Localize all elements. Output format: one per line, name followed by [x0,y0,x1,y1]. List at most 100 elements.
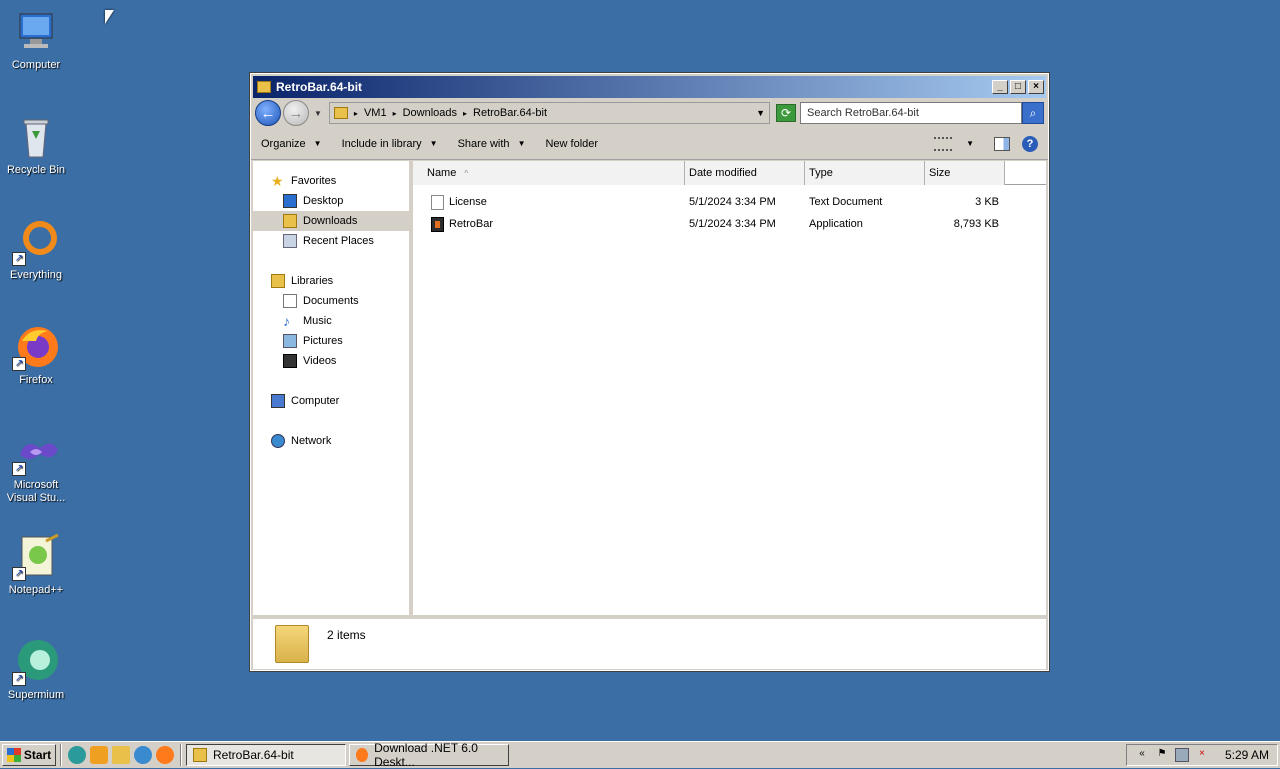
new-folder-button[interactable]: New folder [545,138,598,150]
action-center-flag-icon[interactable]: ⚑ [1155,748,1169,762]
nav-item-videos[interactable]: Videos [253,351,409,371]
computer-icon [12,8,60,56]
taskbar: Start RetroBar.64-bit Download .NET 6.0 … [0,741,1280,769]
desktop-icon-everything[interactable]: ↗ Everything [0,218,72,282]
desktop-icon-recycle-bin[interactable]: Recycle Bin [0,113,72,177]
desktop-icon-label: Microsoft Visual Stu... [6,479,66,504]
breadcrumb-retrobar[interactable]: RetroBar.64-bit [473,107,547,119]
desktop-icon-notepad-plus-plus[interactable]: ↗ Notepad++ [0,533,72,597]
column-date-modified[interactable]: Date modified [685,161,805,185]
explorer-window: RetroBar.64-bit _ □ × ← → ▼ ▸ VM1 ▸ Down… [249,72,1050,672]
desktop-icon-label: Firefox [19,374,53,386]
nav-label: Music [303,315,332,327]
sort-ascending-icon: ^ [464,168,469,178]
maximize-button[interactable]: □ [1010,80,1026,94]
chevron-down-icon: ▼ [313,139,322,148]
start-button[interactable]: Start [2,744,56,766]
search-icon[interactable]: ⌕ [1022,102,1044,124]
help-icon[interactable]: ? [1022,135,1038,152]
quicklaunch-explorer-icon[interactable] [112,746,130,764]
nav-label: Videos [303,355,337,367]
application-icon [431,216,444,232]
nav-item-documents[interactable]: Documents [253,291,409,311]
shortcut-arrow-icon: ↗ [12,672,26,686]
breadcrumb-chevron-icon[interactable]: ▸ [393,109,397,118]
address-bar[interactable]: ▸ VM1 ▸ Downloads ▸ RetroBar.64-bit ▼ [328,102,770,124]
nav-item-pictures[interactable]: Pictures [253,331,409,351]
folder-icon [193,748,207,762]
file-row-license[interactable]: License 5/1/2024 3:34 PM Text Document 3… [413,191,1046,213]
recycle-bin-icon [12,113,60,161]
nav-item-libraries[interactable]: Libraries [253,271,409,291]
text-document-icon [431,194,444,210]
nav-label: Desktop [303,195,344,207]
navigation-pane: ★ Favorites Desktop Downloads Recent Pla… [253,161,413,615]
pictures-icon [283,334,297,348]
column-type[interactable]: Type [805,161,925,185]
column-name[interactable]: Name ^ [413,161,685,185]
network-icon [271,434,285,448]
quicklaunch-firefox-icon[interactable] [156,746,174,764]
item-count: 2 items [327,628,366,642]
organize-button[interactable]: Organize ▼ [261,138,322,150]
desktop-icon-firefox[interactable]: ↗ Firefox [0,323,72,387]
quicklaunch-show-desktop-icon[interactable] [68,746,86,764]
refresh-button[interactable]: ⟳ [776,104,796,122]
quicklaunch-media-player-icon[interactable] [90,746,108,764]
breadcrumb-downloads[interactable]: Downloads [403,107,457,119]
desktop-icon-supermium[interactable]: ↗ Supermium [0,638,72,702]
recent-pages-dropdown[interactable]: ▼ [314,109,322,118]
tray-expand-button[interactable]: « [1135,748,1149,762]
network-icon[interactable] [1174,748,1189,762]
share-with-button[interactable]: Share with ▼ [458,138,526,150]
chevron-down-icon: ▼ [429,139,438,148]
nav-label: Libraries [291,275,334,287]
desktop-icon-visual-studio[interactable]: ↗ Microsoft Visual Stu... [0,428,72,505]
column-label: Name [427,167,457,179]
include-in-library-button[interactable]: Include in library ▼ [342,138,438,150]
desktop-icon-label: Notepad++ [8,584,64,596]
nav-item-recent-places[interactable]: Recent Places [253,231,409,251]
desktop-icon-label: Computer [11,59,61,71]
nav-item-network[interactable]: Network [253,431,409,451]
taskbar-button-explorer[interactable]: RetroBar.64-bit [186,744,346,766]
title-bar[interactable]: RetroBar.64-bit _ □ × [253,76,1046,98]
taskbar-button-firefox[interactable]: Download .NET 6.0 Deskt... [349,741,509,769]
include-in-library-label: Include in library [341,137,422,150]
forward-button[interactable]: → [283,100,309,126]
back-button[interactable]: ← [255,100,281,126]
breadcrumb-chevron-icon[interactable]: ▸ [354,109,358,118]
file-type: Text Document [809,196,883,208]
nav-label: Documents [303,295,359,307]
nav-item-computer[interactable]: Computer [253,391,409,411]
minimize-button[interactable]: _ [992,80,1008,94]
music-icon: ♪ [283,313,290,329]
breadcrumb-chevron-icon[interactable]: ▸ [463,109,467,118]
file-date: 5/1/2024 3:34 PM [689,218,776,230]
visual-studio-icon: ↗ [12,428,60,476]
notepad-plus-plus-icon: ↗ [12,533,60,581]
shortcut-arrow-icon: ↗ [12,357,26,371]
file-name: RetroBar [449,218,494,230]
close-button[interactable]: × [1028,80,1044,94]
nav-item-desktop[interactable]: Desktop [253,191,409,211]
file-row-retrobar[interactable]: RetroBar 5/1/2024 3:34 PM Application 8,… [413,213,1046,235]
everything-icon: ↗ [12,218,60,266]
search-input[interactable]: Search RetroBar.64-bit [800,102,1022,124]
file-type: Application [809,218,863,230]
view-options-dropdown[interactable]: ▼ [966,139,974,148]
column-size[interactable]: Size [925,161,1005,185]
quicklaunch-internet-explorer-icon[interactable] [134,746,152,764]
volume-muted-icon[interactable]: × [1195,748,1209,762]
nav-label: Recent Places [303,235,374,247]
change-view-icon[interactable] [934,136,953,151]
breadcrumb-vm1[interactable]: VM1 [364,107,387,119]
clock[interactable]: 5:29 AM [1225,748,1269,762]
nav-item-favorites[interactable]: ★ Favorites [253,171,409,191]
desktop-icon-computer[interactable]: Computer [0,8,72,72]
supermium-icon: ↗ [12,638,60,686]
nav-item-music[interactable]: ♪ Music [253,311,409,331]
nav-item-downloads[interactable]: Downloads [253,211,409,231]
preview-pane-icon[interactable] [994,136,1010,151]
address-dropdown-icon[interactable]: ▼ [756,108,765,118]
